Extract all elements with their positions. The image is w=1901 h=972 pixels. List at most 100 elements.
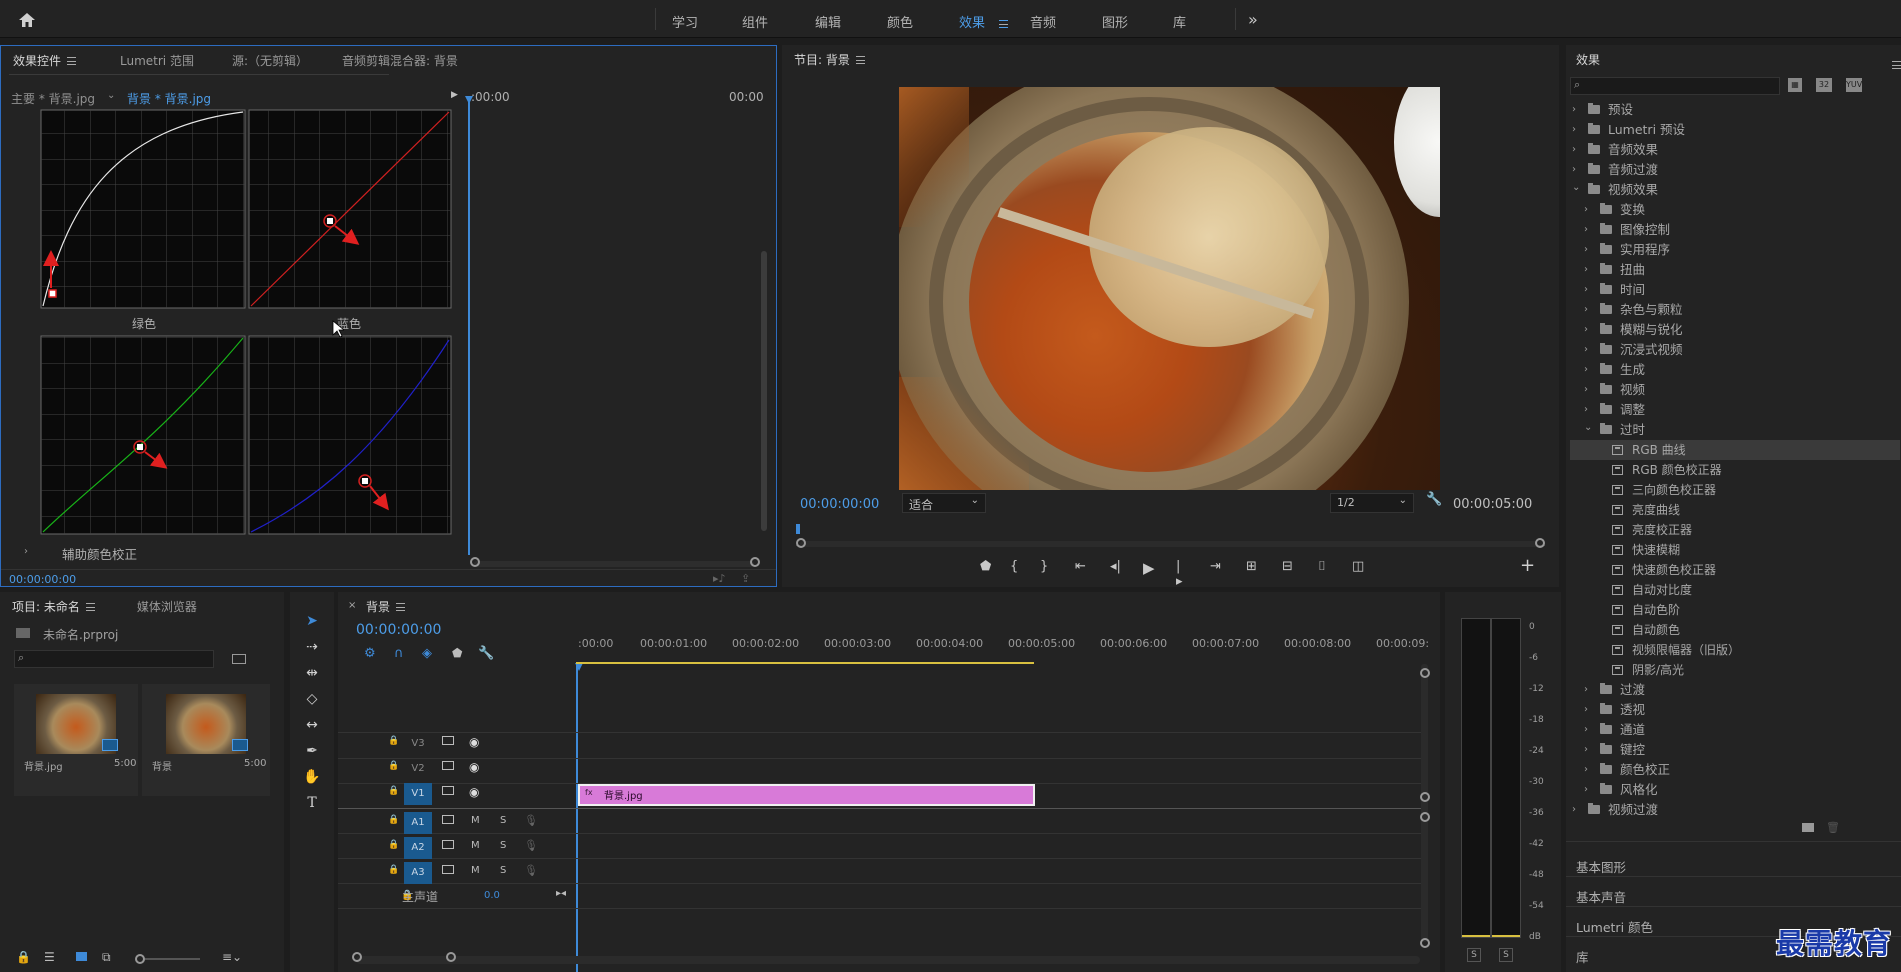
effect-folder[interactable]: › 键控 [1570,740,1900,760]
master-curve-box[interactable] [40,109,246,309]
panel-lumetri-color[interactable]: Lumetri 颜色 [1576,917,1653,936]
effect-folder[interactable]: › 过渡 [1570,680,1900,700]
green-curve-box[interactable] [40,335,246,535]
list-view-icon[interactable]: ☰ [44,950,55,964]
tab-lumetri-scopes[interactable]: Lumetri 范围 [120,52,194,69]
add-button-icon[interactable]: + [1520,555,1535,576]
solo-button[interactable]: S [500,840,506,851]
go-to-end-icon[interactable]: ▸◂ [556,888,566,899]
chevron-right-icon[interactable]: › [1584,360,1588,380]
effect-item[interactable]: RGB 曲线 [1570,440,1900,460]
close-icon[interactable]: × [348,600,356,611]
slip-icon[interactable]: ↔ [300,714,324,736]
lock-icon[interactable]: 🔒 [388,761,399,771]
extract-icon[interactable]: ⊟ [1282,559,1293,574]
effect-folder[interactable]: › 实用程序 [1570,240,1900,260]
play-icon[interactable]: ▶ [1143,559,1155,577]
lock-icon[interactable]: 🔒 [388,736,399,746]
play-triangle-icon[interactable]: ▶ [451,90,458,100]
video-track-target[interactable]: V2 [404,758,432,780]
sync-lock-icon[interactable] [442,840,454,849]
tab-effect-controls[interactable]: 效果控件 [13,52,94,69]
chevron-right-icon[interactable]: › [1584,760,1588,780]
solo-left-button[interactable]: S [1467,948,1481,962]
sync-lock-icon[interactable] [442,815,454,824]
project-item[interactable]: 背景 5:00 [142,684,270,796]
effect-folder[interactable]: › 风格化 [1570,780,1900,800]
lock-icon[interactable]: 🔒 [16,950,31,964]
pen-icon[interactable]: ✒ [300,740,324,762]
effect-folder[interactable]: › 通道 [1570,720,1900,740]
lock-icon[interactable]: 🔒 [388,865,399,875]
effect-item[interactable]: 视频限幅器（旧版） [1570,640,1900,660]
effect-item[interactable]: 自动色阶 [1570,600,1900,620]
nest-icon[interactable]: ⚙ [364,646,376,661]
ws-tab-libraries[interactable]: 库 [1173,12,1186,31]
freeform-view-icon[interactable]: ⧉ [102,950,111,965]
chevron-right-icon[interactable]: › [1584,280,1588,300]
v-scroll-handle-mid2[interactable] [1420,812,1430,822]
tab-media-browser[interactable]: 媒体浏览器 [137,598,197,615]
chevron-right-icon[interactable]: › [1584,400,1588,420]
ws-tab-assembly[interactable]: 组件 [742,12,768,31]
selection-tool-icon[interactable]: ➤ [300,610,324,632]
effect-item[interactable]: 亮度校正器 [1570,520,1900,540]
zoom-handle-left[interactable] [796,538,806,548]
microphone-icon[interactable]: 🎙 [524,839,538,852]
program-video-frame[interactable] [899,87,1440,490]
timeline-h-scrollbar[interactable] [356,956,1420,964]
solo-button[interactable]: S [500,815,506,826]
go-to-in-icon[interactable]: ⇤ [1075,559,1086,574]
ws-tab-effects[interactable]: 效果 [959,12,985,31]
chevron-right-icon[interactable]: › [1584,220,1588,240]
rgb-curves-graph[interactable]: 绿色 蓝色 [39,108,454,583]
solo-button[interactable]: S [500,865,506,876]
clip-master-label[interactable]: 主要 * 背景.jpg [11,90,95,107]
chevron-right-icon[interactable]: › [1572,160,1576,180]
effect-folder[interactable]: ⌄ 过时 [1570,420,1900,440]
project-item[interactable]: 背景.jpg 5:00 [14,684,138,796]
accelerated-effects-icon[interactable]: ▦ [1788,78,1802,92]
chevron-right-icon[interactable]: › [1584,680,1588,700]
effects-search-input[interactable]: ⌕ [1570,77,1780,95]
ws-tab-learn[interactable]: 学习 [672,12,698,31]
effect-item[interactable]: 三向颜色校正器 [1570,480,1900,500]
project-menu-icon[interactable] [85,603,95,611]
lift-icon[interactable]: ⊞ [1246,559,1257,574]
effect-folder[interactable]: › 视频过渡 [1570,800,1900,820]
chevron-right-icon[interactable]: › [1572,140,1576,160]
clip-selected-label[interactable]: 背景 * 背景.jpg [127,90,211,107]
mute-button[interactable]: M [471,840,480,851]
step-forward-icon[interactable]: |▸ [1176,559,1183,589]
effect-folder[interactable]: › 透视 [1570,700,1900,720]
chevron-right-icon[interactable]: › [1584,340,1588,360]
effect-folder[interactable]: › 音频过渡 [1570,160,1900,180]
video-track-target[interactable]: V3 [404,733,432,755]
trash-icon[interactable]: 🗑 [1826,821,1840,834]
chevron-down-icon[interactable]: ⌄ [1584,418,1592,438]
h-scroll-handle-right[interactable] [446,952,456,962]
chevron-right-icon[interactable]: › [1584,720,1588,740]
lock-icon[interactable]: 🔒 [388,786,399,796]
32bit-effects-icon[interactable]: 32 [1816,78,1832,92]
ws-tab-graphics[interactable]: 图形 [1102,12,1128,31]
chevron-right-icon[interactable]: › [1584,780,1588,800]
effect-item[interactable]: 快速颜色校正器 [1570,560,1900,580]
effects-menu-icon[interactable] [1892,60,1901,69]
chevron-right-icon[interactable]: › [1584,740,1588,760]
ec-scroll-handle-right[interactable] [750,557,760,567]
timeline-clip[interactable]: fx 背景.jpg [578,784,1035,806]
add-marker-icon[interactable]: ⬟ [980,559,991,574]
hand-icon[interactable]: ✋ [300,766,324,788]
step-back-icon[interactable]: ◂| [1110,559,1121,574]
program-zoom-scrollbar[interactable] [800,541,1538,547]
video-track-target[interactable]: V1 [404,783,432,805]
effect-folder[interactable]: › Lumetri 预设 [1570,120,1900,140]
effect-folder[interactable]: › 扭曲 [1570,260,1900,280]
chevron-right-icon[interactable]: › [1584,300,1588,320]
new-bin-icon[interactable] [1802,823,1814,832]
master-volume[interactable]: 0.0 [484,890,500,901]
timeline-v-scrollbar[interactable] [1421,664,1428,942]
chevron-right-icon[interactable]: › [1572,100,1576,120]
audio-track-target[interactable]: A3 [404,862,432,884]
